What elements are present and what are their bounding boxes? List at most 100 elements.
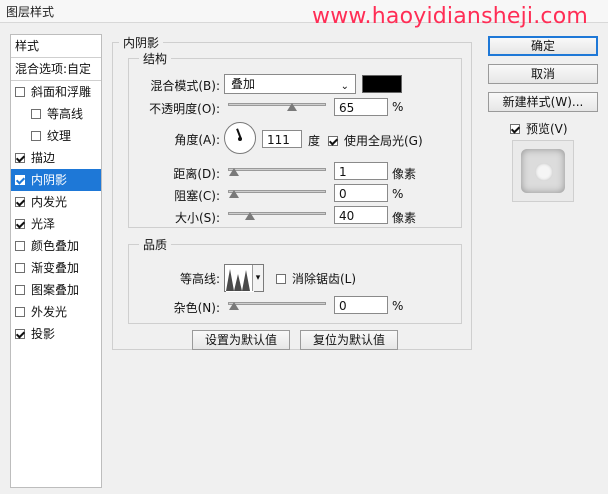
- effect-label: 光泽: [31, 217, 56, 231]
- contour-label: 等高线:: [179, 272, 220, 286]
- preview-toggle[interactable]: 预览(V): [510, 120, 568, 137]
- effect-checkbox[interactable]: [15, 153, 25, 163]
- effect-label: 渐变叠加: [31, 261, 80, 275]
- noise-label: 杂色(N):: [173, 301, 220, 315]
- blend-mode-value: 叠加: [231, 77, 256, 91]
- choke-slider-thumb[interactable]: [229, 190, 239, 198]
- new-style-button[interactable]: 新建样式(W)...: [488, 92, 598, 112]
- styles-list: 样式 混合选项:自定 斜面和浮雕等高线纹理描边内阴影内发光光泽颜色叠加渐变叠加图…: [10, 34, 102, 488]
- watermark-text: www.haoyidiansheji.com: [312, 4, 589, 29]
- effect-label: 纹理: [47, 129, 72, 143]
- chevron-down-icon: ⌄: [340, 81, 349, 92]
- preview-checkbox[interactable]: [510, 124, 520, 134]
- angle-dial[interactable]: [224, 122, 256, 154]
- contour-picker[interactable]: ▾: [224, 264, 264, 292]
- choke-slider[interactable]: [228, 190, 326, 198]
- size-unit: 像素: [392, 211, 417, 225]
- window-title: 图层样式: [6, 5, 55, 19]
- choke-unit: %: [392, 187, 404, 201]
- effect-item[interactable]: 纹理: [11, 125, 101, 147]
- angle-unit: 度: [308, 134, 321, 148]
- preview-inner-shadow: [521, 149, 565, 193]
- effect-item[interactable]: 等高线: [11, 103, 101, 125]
- structure-title: 结构: [139, 50, 172, 67]
- effect-label: 内阴影: [31, 173, 68, 187]
- opacity-slider-thumb[interactable]: [287, 103, 297, 111]
- effect-item[interactable]: 斜面和浮雕: [11, 81, 101, 103]
- effect-checkbox[interactable]: [15, 263, 25, 273]
- size-label: 大小(S):: [174, 211, 220, 225]
- opacity-input[interactable]: 65: [334, 98, 388, 116]
- effect-checkbox[interactable]: [15, 175, 25, 185]
- effect-item[interactable]: 内阴影: [11, 169, 101, 191]
- effect-label: 颜色叠加: [31, 239, 80, 253]
- choke-input[interactable]: 0: [334, 184, 388, 202]
- effect-label: 等高线: [47, 107, 84, 121]
- distance-label: 距离(D):: [173, 167, 220, 181]
- noise-unit: %: [392, 299, 404, 313]
- contour-dropdown-icon[interactable]: ▾: [252, 265, 263, 291]
- size-slider-thumb[interactable]: [245, 212, 255, 220]
- cancel-button[interactable]: 取消: [488, 64, 598, 84]
- distance-slider-thumb[interactable]: [229, 168, 239, 176]
- effect-label: 投影: [31, 327, 56, 341]
- size-slider[interactable]: [228, 212, 326, 220]
- effect-item[interactable]: 光泽: [11, 213, 101, 235]
- effect-label: 斜面和浮雕: [31, 85, 92, 99]
- anti-alias-checkbox[interactable]: [276, 274, 286, 284]
- preview-label: 预览(V): [526, 122, 568, 136]
- effect-item[interactable]: 图案叠加: [11, 279, 101, 301]
- ok-button[interactable]: 确定: [488, 36, 598, 56]
- noise-slider[interactable]: [228, 302, 326, 310]
- effect-checkbox[interactable]: [15, 87, 25, 97]
- effect-checkbox[interactable]: [15, 219, 25, 229]
- effect-item[interactable]: 外发光: [11, 301, 101, 323]
- size-input[interactable]: 40: [334, 206, 388, 224]
- effect-label: 内发光: [31, 195, 68, 209]
- effect-item[interactable]: 内发光: [11, 191, 101, 213]
- effect-checkbox[interactable]: [15, 197, 25, 207]
- effects-list: 斜面和浮雕等高线纹理描边内阴影内发光光泽颜色叠加渐变叠加图案叠加外发光投影: [11, 81, 101, 345]
- preview-ring: [535, 163, 553, 181]
- opacity-unit: %: [392, 100, 404, 114]
- reset-default-button[interactable]: 复位为默认值: [300, 330, 398, 350]
- choke-label: 阻塞(C):: [174, 189, 220, 203]
- effect-checkbox[interactable]: [15, 307, 25, 317]
- effect-label: 图案叠加: [31, 283, 80, 297]
- noise-slider-thumb[interactable]: [229, 302, 239, 310]
- contour-preview-icon: [226, 266, 254, 292]
- effect-item[interactable]: 颜色叠加: [11, 235, 101, 257]
- section-title: 内阴影: [119, 34, 164, 51]
- angle-input[interactable]: 111: [262, 130, 302, 148]
- effect-checkbox[interactable]: [15, 329, 25, 339]
- global-light-toggle[interactable]: 使用全局光(G): [328, 132, 423, 149]
- global-light-label: 使用全局光(G): [344, 134, 423, 148]
- opacity-slider[interactable]: [228, 103, 326, 111]
- distance-slider[interactable]: [228, 168, 326, 176]
- blend-mode-select[interactable]: 叠加 ⌄: [224, 74, 356, 94]
- blending-options-item[interactable]: 混合选项:自定: [11, 58, 101, 81]
- noise-input[interactable]: 0: [334, 296, 388, 314]
- effect-item[interactable]: 投影: [11, 323, 101, 345]
- effect-item[interactable]: 描边: [11, 147, 101, 169]
- anti-alias-label: 消除锯齿(L): [292, 272, 357, 286]
- make-default-button[interactable]: 设置为默认值: [192, 330, 290, 350]
- effect-checkbox[interactable]: [15, 241, 25, 251]
- distance-unit: 像素: [392, 167, 417, 181]
- distance-input[interactable]: 1: [334, 162, 388, 180]
- effect-checkbox[interactable]: [31, 109, 41, 119]
- style-preview-thumbnail: [512, 140, 574, 202]
- shadow-color-swatch[interactable]: [362, 75, 402, 93]
- styles-header[interactable]: 样式: [11, 35, 101, 58]
- angle-dial-center: [238, 137, 242, 141]
- quality-title: 品质: [139, 236, 172, 253]
- effect-checkbox[interactable]: [31, 131, 41, 141]
- opacity-label: 不透明度(O):: [149, 102, 220, 116]
- effect-item[interactable]: 渐变叠加: [11, 257, 101, 279]
- effect-label: 外发光: [31, 305, 68, 319]
- effect-label: 描边: [31, 151, 56, 165]
- effect-checkbox[interactable]: [15, 285, 25, 295]
- global-light-checkbox[interactable]: [328, 136, 338, 146]
- angle-label: 角度(A):: [174, 133, 220, 147]
- anti-alias-toggle[interactable]: 消除锯齿(L): [276, 270, 356, 287]
